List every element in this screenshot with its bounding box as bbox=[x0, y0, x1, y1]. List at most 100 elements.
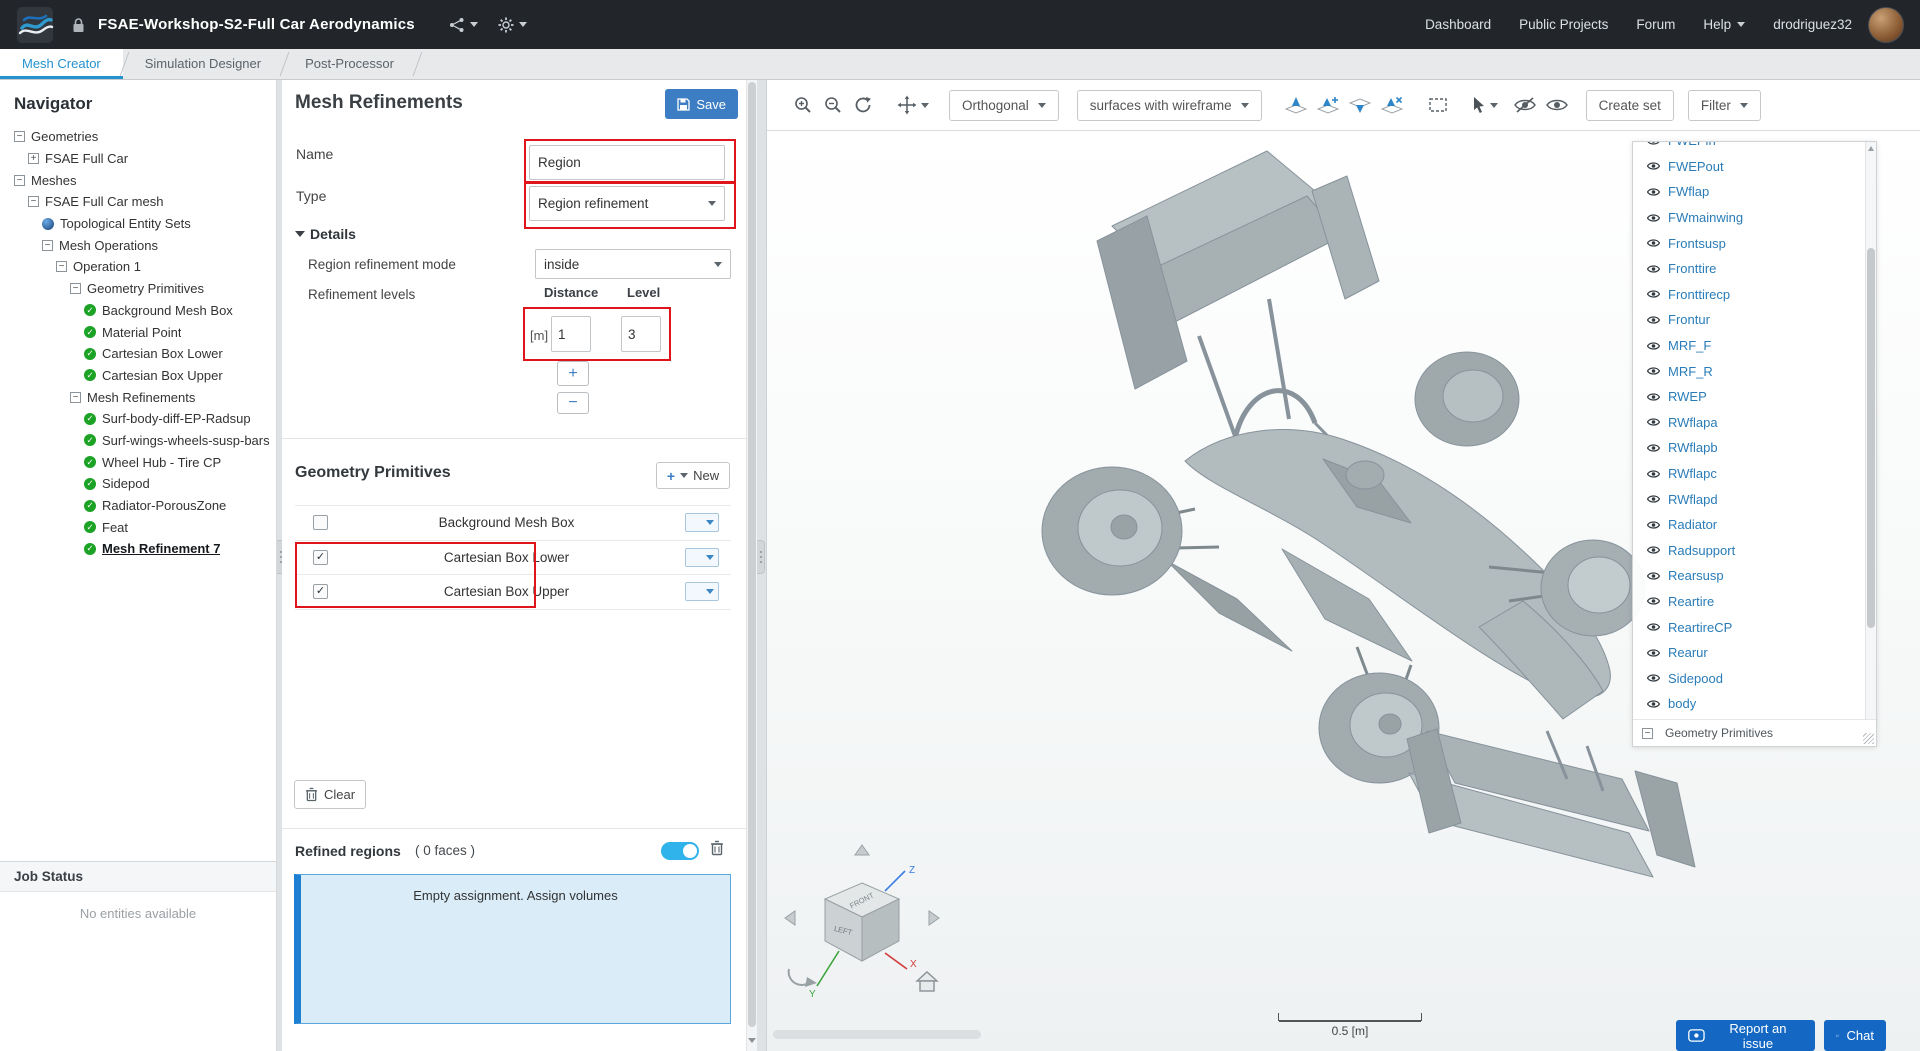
clip-plane-flip-button[interactable] bbox=[1348, 95, 1372, 115]
tree-item-mesh-refinement-7[interactable]: ✓ Mesh Refinement 7 bbox=[8, 538, 276, 560]
collapse-icon[interactable]: − bbox=[70, 391, 81, 403]
scrollbar-thumb[interactable] bbox=[748, 82, 756, 1027]
part-item-rwflapd[interactable]: RWflapd bbox=[1633, 486, 1864, 512]
tab-post-processor[interactable]: Post-Processor bbox=[283, 49, 416, 79]
part-item-frontur[interactable]: Frontur bbox=[1633, 307, 1864, 333]
eye-icon[interactable] bbox=[1647, 648, 1660, 658]
part-item-mrf-f[interactable]: MRF_F bbox=[1633, 333, 1864, 359]
tree-item-operation-1[interactable]: − Operation 1 bbox=[8, 256, 276, 278]
report-issue-button[interactable]: Report an issue bbox=[1676, 1020, 1815, 1051]
zoom-in-button[interactable] bbox=[793, 95, 813, 115]
eye-icon[interactable] bbox=[1647, 417, 1660, 427]
part-item-fwmainwing[interactable]: FWmainwing bbox=[1633, 205, 1864, 231]
form-panel-resize-handle[interactable] bbox=[757, 540, 765, 574]
eye-icon[interactable] bbox=[1647, 366, 1660, 376]
part-item-radsupport[interactable]: Radsupport bbox=[1633, 538, 1864, 564]
part-item-sidepood[interactable]: Sidepood bbox=[1633, 665, 1864, 691]
checkbox-checked[interactable]: ✓ bbox=[313, 584, 328, 600]
simscale-logo-icon[interactable] bbox=[16, 6, 54, 44]
tree-item-geometry-primitives[interactable]: − Geometry Primitives bbox=[8, 278, 276, 300]
eye-icon[interactable] bbox=[1647, 494, 1660, 504]
scroll-up-arrow[interactable] bbox=[1868, 146, 1874, 151]
eye-icon[interactable] bbox=[1647, 571, 1660, 581]
clip-plane-button[interactable] bbox=[1284, 95, 1308, 115]
tree-item-topological-entity-sets[interactable]: Topological Entity Sets bbox=[8, 213, 276, 235]
create-set-button[interactable]: Create set bbox=[1585, 89, 1674, 121]
eye-icon[interactable] bbox=[1647, 315, 1660, 325]
refinement-mode-select[interactable]: inside bbox=[535, 249, 731, 279]
show-all-button[interactable] bbox=[1545, 97, 1568, 113]
tab-mesh-creator[interactable]: Mesh Creator bbox=[0, 49, 123, 79]
part-item-radiator[interactable]: Radiator bbox=[1633, 512, 1864, 538]
eye-icon[interactable] bbox=[1647, 161, 1660, 171]
checkbox-checked[interactable]: ✓ bbox=[313, 549, 328, 565]
expand-icon[interactable]: + bbox=[28, 153, 39, 165]
row-visibility-select[interactable] bbox=[685, 582, 719, 602]
eye-icon[interactable] bbox=[1647, 187, 1660, 197]
tree-item-meshes[interactable]: − Meshes bbox=[8, 169, 276, 191]
add-level-button[interactable]: + bbox=[557, 361, 589, 386]
scroll-down-arrow[interactable] bbox=[747, 1031, 757, 1049]
eye-icon[interactable] bbox=[1647, 264, 1660, 274]
tree-item-material-point[interactable]: ✓ Material Point bbox=[8, 321, 276, 343]
top-nav-forum[interactable]: Forum bbox=[1636, 17, 1675, 32]
part-item-rwflapb[interactable]: RWflapb bbox=[1633, 435, 1864, 461]
row-visibility-select[interactable] bbox=[685, 547, 719, 567]
tree-item-fsae-full-car[interactable]: + FSAE Full Car bbox=[8, 148, 276, 170]
part-item-rwep[interactable]: RWEP bbox=[1633, 384, 1864, 410]
clip-plane-add-button[interactable] bbox=[1316, 95, 1340, 115]
part-item-reartire[interactable]: Reartire bbox=[1633, 589, 1864, 615]
user-menu[interactable]: drodriguez32 bbox=[1773, 17, 1852, 32]
top-nav-dashboard[interactable]: Dashboard bbox=[1425, 17, 1491, 32]
tree-item-cartesian-box-upper[interactable]: ✓ Cartesian Box Upper bbox=[8, 365, 276, 387]
part-item-fwepout[interactable]: FWEPout bbox=[1633, 154, 1864, 180]
clear-button[interactable]: Clear bbox=[294, 780, 367, 809]
zoom-out-button[interactable] bbox=[823, 95, 843, 115]
eye-icon[interactable] bbox=[1647, 673, 1660, 683]
part-item-frontsusp[interactable]: Frontsusp bbox=[1633, 230, 1864, 256]
top-nav-help[interactable]: Help bbox=[1703, 17, 1746, 32]
part-item-fwflap[interactable]: FWflap bbox=[1633, 179, 1864, 205]
box-select-button[interactable] bbox=[1428, 96, 1448, 114]
viewport-horizontal-scrollbar[interactable] bbox=[773, 1030, 981, 1039]
tree-item-fsae-full-car-mesh[interactable]: − FSAE Full Car mesh bbox=[8, 191, 276, 213]
collapse-icon[interactable]: − bbox=[70, 283, 81, 295]
chat-button[interactable]: Chat bbox=[1824, 1020, 1886, 1051]
select-tool-button[interactable] bbox=[1472, 96, 1498, 114]
eye-icon[interactable] bbox=[1647, 341, 1660, 351]
eye-icon[interactable] bbox=[1647, 142, 1660, 146]
tree-item-background-mesh-box[interactable]: ✓ Background Mesh Box bbox=[8, 300, 276, 322]
reset-view-button[interactable] bbox=[853, 95, 873, 115]
eye-icon[interactable] bbox=[1647, 596, 1660, 606]
parts-panel-scrollbar[interactable] bbox=[1865, 142, 1876, 719]
tab-simulation-designer[interactable]: Simulation Designer bbox=[123, 49, 283, 79]
share-menu-button[interactable] bbox=[449, 17, 478, 33]
eye-icon[interactable] bbox=[1647, 213, 1660, 223]
part-item-fronttirecp[interactable]: Fronttirecp bbox=[1633, 282, 1864, 308]
tree-item-feat[interactable]: ✓ Feat bbox=[8, 516, 276, 538]
tree-item-mesh-refinements[interactable]: − Mesh Refinements bbox=[8, 386, 276, 408]
part-item-rwflapa[interactable]: RWflapa bbox=[1633, 410, 1864, 436]
filter-select[interactable]: Filter bbox=[1687, 89, 1761, 121]
eye-icon[interactable] bbox=[1647, 469, 1660, 479]
name-input[interactable] bbox=[529, 145, 725, 180]
eye-icon[interactable] bbox=[1647, 443, 1660, 453]
collapse-icon[interactable]: − bbox=[14, 174, 25, 186]
navigation-cube[interactable]: Z Y X FRONT LEFT bbox=[777, 821, 957, 1011]
viewport-canvas[interactable]: Z Y X FRONT LEFT 0.5 [m] FWEPout FWflap … bbox=[767, 131, 1920, 1051]
tree-item-geometries[interactable]: − Geometries bbox=[8, 126, 276, 148]
pan-tool-button[interactable] bbox=[897, 95, 929, 115]
eye-icon[interactable] bbox=[1647, 545, 1660, 555]
tree-item-surf-body-diff-ep-radsup[interactable]: ✓ Surf-body-diff-EP-Radsup bbox=[8, 408, 276, 430]
eye-icon[interactable] bbox=[1647, 622, 1660, 632]
render-mode-select[interactable]: surfaces with wireframe bbox=[1076, 89, 1262, 121]
checkbox-unchecked[interactable] bbox=[313, 515, 328, 531]
part-item-rearsusp[interactable]: Rearsusp bbox=[1633, 563, 1864, 589]
hide-selection-button[interactable] bbox=[1513, 97, 1536, 113]
collapse-icon[interactable]: − bbox=[28, 196, 39, 208]
form-panel-scrollbar[interactable] bbox=[746, 80, 757, 1051]
eye-icon[interactable] bbox=[1647, 289, 1660, 299]
projection-select[interactable]: Orthogonal bbox=[949, 89, 1059, 121]
tree-item-wheel-hub-tire-cp[interactable]: ✓ Wheel Hub - Tire CP bbox=[8, 451, 276, 473]
parts-panel-footer[interactable]: − Geometry Primitives bbox=[1633, 719, 1876, 746]
